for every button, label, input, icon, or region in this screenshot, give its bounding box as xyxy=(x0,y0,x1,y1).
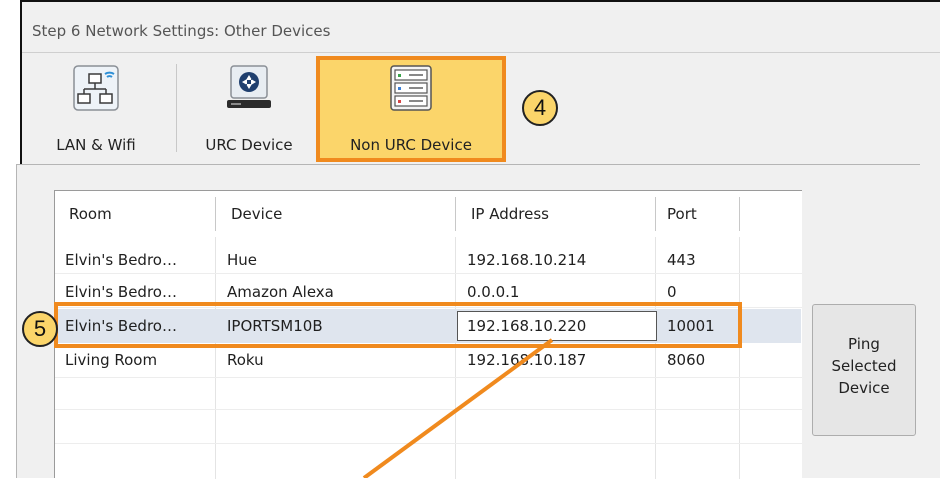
column-header-room[interactable]: Room xyxy=(69,191,112,237)
ping-button-line-3: Device xyxy=(838,379,890,397)
tab-lan-wifi[interactable]: LAN & Wifi xyxy=(34,56,158,162)
table-row-1-device[interactable]: Amazon Alexa xyxy=(227,283,334,301)
table-row-3-room[interactable]: Living Room xyxy=(65,351,157,369)
server-rack-icon xyxy=(390,65,432,111)
header-separator xyxy=(215,197,216,231)
callout-4: 4 xyxy=(522,90,558,126)
column-header-port[interactable]: Port xyxy=(667,191,697,237)
column-header-device[interactable]: Device xyxy=(231,191,282,237)
tab-urc-device-label: URC Device xyxy=(205,136,293,154)
window-title: Step 6 Network Settings: Other Devices xyxy=(32,22,331,40)
title-divider xyxy=(22,52,940,53)
row-divider xyxy=(55,377,802,378)
row-highlight-annotation xyxy=(54,302,742,348)
row-divider xyxy=(55,409,802,410)
tab-urc-device[interactable]: URC Device xyxy=(190,56,308,162)
table-row-0-port[interactable]: 443 xyxy=(667,251,696,269)
table-row-3-device[interactable]: Roku xyxy=(227,351,264,369)
tab-lan-wifi-label: LAN & Wifi xyxy=(56,136,136,154)
network-wifi-icon xyxy=(73,65,119,111)
table-row-0-ip[interactable]: 192.168.10.214 xyxy=(467,251,586,269)
header-separator xyxy=(655,197,656,231)
header-separator xyxy=(455,197,456,231)
ping-button-line-2: Selected xyxy=(831,357,897,375)
table-row-1-ip[interactable]: 0.0.0.1 xyxy=(467,283,519,301)
column-header-ip-address[interactable]: IP Address xyxy=(471,191,549,237)
table-row-0-room[interactable]: Elvin's Bedro… xyxy=(65,251,177,269)
callout-5: 5 xyxy=(22,311,58,347)
tab-non-urc-device-label: Non URC Device xyxy=(350,136,472,154)
ping-selected-device-button[interactable]: Ping Selected Device xyxy=(812,304,916,436)
table-row-1-port[interactable]: 0 xyxy=(667,283,677,301)
toolbar-separator xyxy=(176,64,177,152)
table-row-3-ip[interactable]: 192.168.10.187 xyxy=(467,351,586,369)
table-row-1-room[interactable]: Elvin's Bedro… xyxy=(65,283,177,301)
table-row-0-device[interactable]: Hue xyxy=(227,251,257,269)
urc-device-icon xyxy=(227,65,271,108)
row-divider xyxy=(55,443,802,444)
row-divider xyxy=(55,273,802,274)
tab-non-urc-device[interactable]: Non URC Device xyxy=(316,56,506,162)
header-separator xyxy=(739,197,740,231)
table-row-3-port[interactable]: 8060 xyxy=(667,351,705,369)
ping-button-line-1: Ping xyxy=(848,335,880,353)
